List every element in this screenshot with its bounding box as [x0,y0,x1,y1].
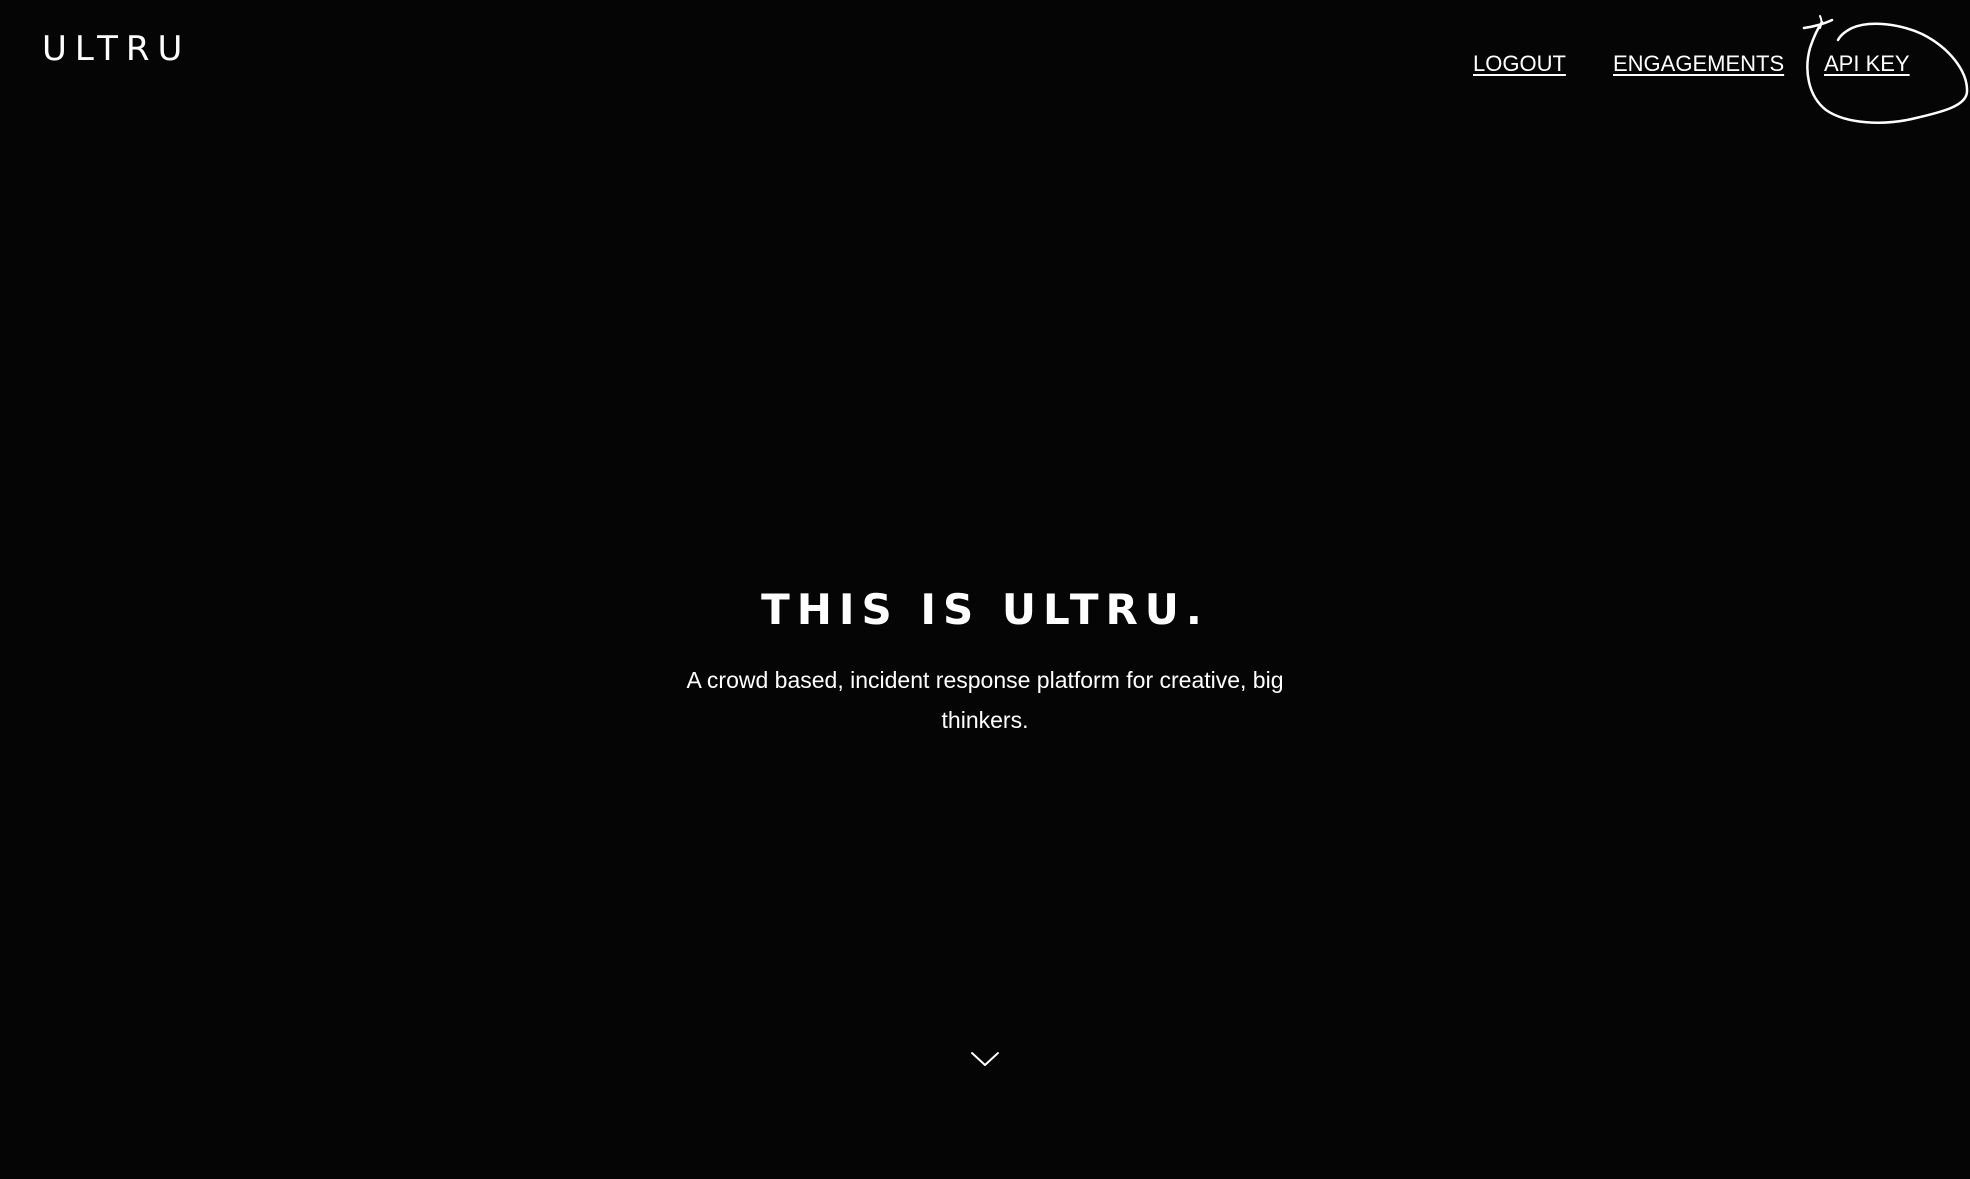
scroll-down-button[interactable] [969,1048,1001,1070]
page: ULTRU LOGOUT ENGAGEMENTS API KEY THIS IS… [0,0,1970,1179]
chevron-down-icon [971,1052,999,1066]
hero-section: THIS IS ULTRU. A crowd based, incident r… [0,580,1970,740]
nav-link-api-key[interactable]: API KEY [1824,49,1910,79]
nav-link-logout[interactable]: LOGOUT [1473,49,1566,79]
hero-subtitle: A crowd based, incident response platfor… [686,667,1284,733]
main-nav: LOGOUT ENGAGEMENTS API KEY [0,49,1970,79]
nav-link-engagements[interactable]: ENGAGEMENTS [1613,49,1784,79]
hero-title: THIS IS ULTRU. [761,585,1209,634]
